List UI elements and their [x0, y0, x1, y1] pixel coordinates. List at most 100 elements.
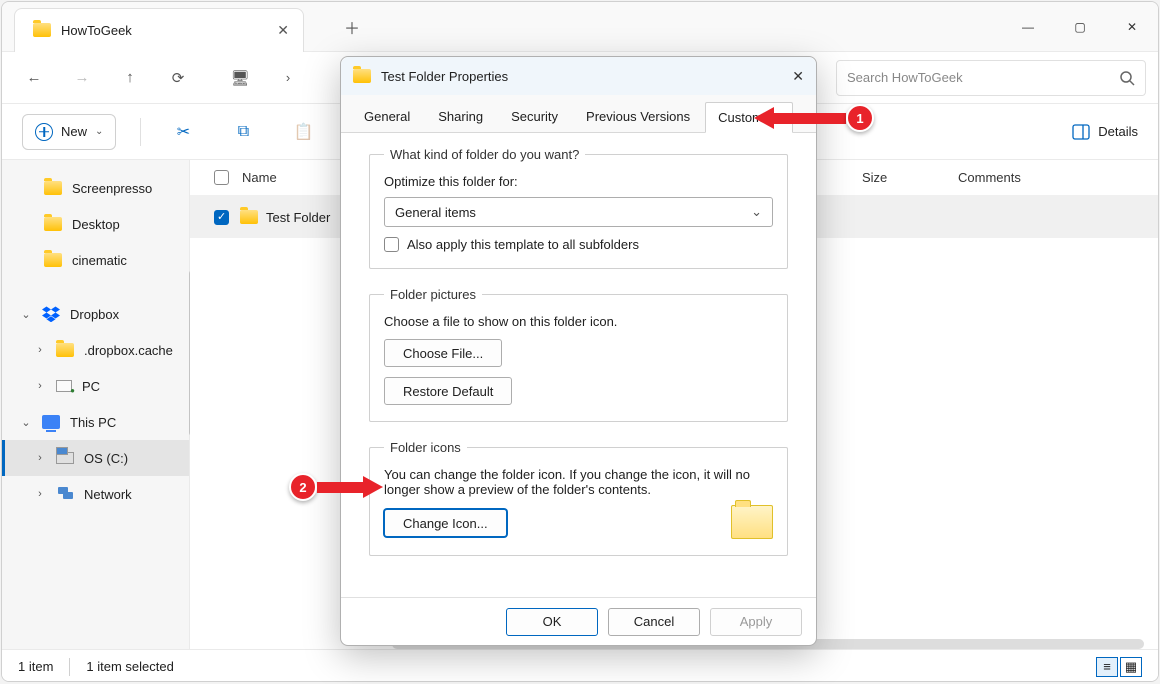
window-controls: — ▢ ✕ — [1002, 5, 1158, 49]
column-comments[interactable]: Comments — [958, 170, 1158, 185]
close-button[interactable]: ✕ — [1106, 5, 1158, 49]
cancel-button[interactable]: Cancel — [608, 608, 700, 636]
sidebar-label: Desktop — [72, 217, 120, 232]
new-label: New — [61, 124, 87, 139]
details-toggle[interactable]: Details — [1072, 124, 1138, 140]
status-bar: 1 item 1 item selected ≡ ▦ — [2, 649, 1158, 682]
arrow-icon — [754, 107, 774, 129]
search-placeholder: Search HowToGeek — [847, 70, 963, 85]
chevron-down-icon: ⌄ — [95, 126, 103, 137]
annotation-callout-2: 2 — [289, 473, 383, 501]
folder-pictures-label: Choose a file to show on this folder ico… — [384, 314, 773, 329]
copy-icon[interactable]: ⧉ — [225, 114, 261, 150]
dialog-close-button[interactable]: ✕ — [792, 68, 804, 85]
optimize-group: What kind of folder do you want? Optimiz… — [369, 147, 788, 269]
restore-default-button[interactable]: Restore Default — [384, 377, 512, 405]
select-all-checkbox[interactable] — [214, 170, 229, 185]
cut-icon[interactable]: ✂ — [165, 114, 201, 150]
row-checkbox[interactable] — [214, 210, 229, 225]
sidebar-item-cinematic[interactable]: cinematic — [2, 242, 189, 278]
folder-pictures-group: Folder pictures Choose a file to show on… — [369, 287, 788, 422]
separator — [140, 118, 141, 146]
dialog-titlebar: Test Folder Properties ✕ — [341, 57, 816, 95]
folder-icon — [33, 23, 51, 37]
folder-icons-group: Folder icons You can change the folder i… — [369, 440, 788, 556]
chevron-down-icon: ⌄ — [20, 308, 32, 321]
view-switcher: ≡ ▦ — [1096, 657, 1142, 677]
title-bar: HowToGeek ✕ ＋ — ▢ ✕ — [2, 2, 1158, 52]
column-size[interactable]: Size — [862, 170, 958, 185]
view-large-button[interactable]: ▦ — [1120, 657, 1142, 677]
new-tab-button[interactable]: ＋ — [344, 15, 360, 39]
sidebar-label: OS (C:) — [84, 451, 128, 466]
pc-icon — [56, 380, 72, 392]
sidebar-label: Screenpresso — [72, 181, 152, 196]
optimize-label: Optimize this folder for: — [384, 174, 773, 189]
forward-button[interactable]: → — [62, 60, 102, 96]
address-chevron-icon[interactable]: › — [268, 60, 308, 96]
sidebar-label: This PC — [70, 415, 116, 430]
folder-icon — [240, 210, 258, 224]
folder-icon — [44, 181, 62, 195]
dropbox-icon — [42, 306, 60, 322]
optimize-select[interactable]: General items ⌄ — [384, 197, 773, 227]
new-button[interactable]: New ⌄ — [22, 114, 116, 150]
dialog-footer: OK Cancel Apply — [341, 597, 816, 645]
chevron-down-icon: ⌄ — [20, 416, 32, 429]
arrow-icon — [363, 476, 383, 498]
tab-general[interactable]: General — [351, 101, 423, 132]
separator — [69, 658, 70, 676]
view-details-button[interactable]: ≡ — [1096, 657, 1118, 677]
plus-icon — [35, 123, 53, 141]
sidebar-item-desktop[interactable]: Desktop — [2, 206, 189, 242]
group-legend: What kind of folder do you want? — [384, 147, 585, 162]
refresh-button[interactable]: ⟳ — [158, 60, 198, 96]
folder-icon — [56, 343, 74, 357]
choose-file-button[interactable]: Choose File... — [384, 339, 502, 367]
tab-sharing[interactable]: Sharing — [425, 101, 496, 132]
properties-dialog: Test Folder Properties ✕ General Sharing… — [340, 56, 817, 646]
arrow-body — [317, 482, 363, 493]
dialog-title: Test Folder Properties — [381, 69, 508, 84]
group-legend: Folder pictures — [384, 287, 482, 302]
arrow-body — [774, 113, 846, 124]
sidebar-label: cinematic — [72, 253, 127, 268]
chevron-right-icon: › — [34, 488, 46, 500]
sidebar: Screenpresso Desktop cinematic ⌄Dropbox … — [2, 160, 190, 649]
sidebar-label: PC — [82, 379, 100, 394]
chevron-right-icon: › — [34, 452, 46, 464]
drive-icon — [56, 452, 74, 464]
tab-security[interactable]: Security — [498, 101, 571, 132]
sidebar-item-network[interactable]: ›Network — [2, 476, 189, 512]
dialog-body: What kind of folder do you want? Optimiz… — [341, 133, 816, 597]
folder-icons-label: You can change the folder icon. If you c… — [384, 467, 773, 497]
tab-close-icon[interactable]: ✕ — [277, 22, 289, 39]
sidebar-item-screenpresso[interactable]: Screenpresso — [2, 170, 189, 206]
change-icon-button[interactable]: Change Icon... — [384, 509, 507, 537]
back-button[interactable]: ← — [14, 60, 54, 96]
apply-button[interactable]: Apply — [710, 608, 802, 636]
search-input[interactable]: Search HowToGeek — [836, 60, 1146, 96]
sidebar-item-os-c[interactable]: › OS (C:) — [2, 440, 189, 476]
sidebar-item-pc[interactable]: ›PC — [2, 368, 189, 404]
folder-icon — [44, 217, 62, 231]
window-tab[interactable]: HowToGeek ✕ — [14, 8, 304, 52]
up-button[interactable]: ↑ — [110, 60, 150, 96]
apply-subfolders-checkbox[interactable] — [384, 237, 399, 252]
minimize-button[interactable]: — — [1002, 5, 1054, 49]
sidebar-label: Dropbox — [70, 307, 119, 322]
sidebar-label: .dropbox.cache — [84, 343, 173, 358]
paste-icon[interactable]: 📋 — [285, 114, 321, 150]
sidebar-item-dropbox-cache[interactable]: ›.dropbox.cache — [2, 332, 189, 368]
monitor-icon — [42, 415, 60, 429]
sidebar-item-dropbox[interactable]: ⌄ Dropbox — [2, 296, 189, 332]
tab-previous-versions[interactable]: Previous Versions — [573, 101, 703, 132]
group-legend: Folder icons — [384, 440, 467, 455]
network-icon — [56, 486, 74, 503]
address-monitor-icon[interactable]: 🖥 — [220, 60, 260, 96]
chevron-down-icon: ⌄ — [751, 204, 762, 220]
panel-icon — [1072, 124, 1090, 140]
ok-button[interactable]: OK — [506, 608, 598, 636]
sidebar-item-this-pc[interactable]: ⌄ This PC — [2, 404, 189, 440]
maximize-button[interactable]: ▢ — [1054, 5, 1106, 49]
